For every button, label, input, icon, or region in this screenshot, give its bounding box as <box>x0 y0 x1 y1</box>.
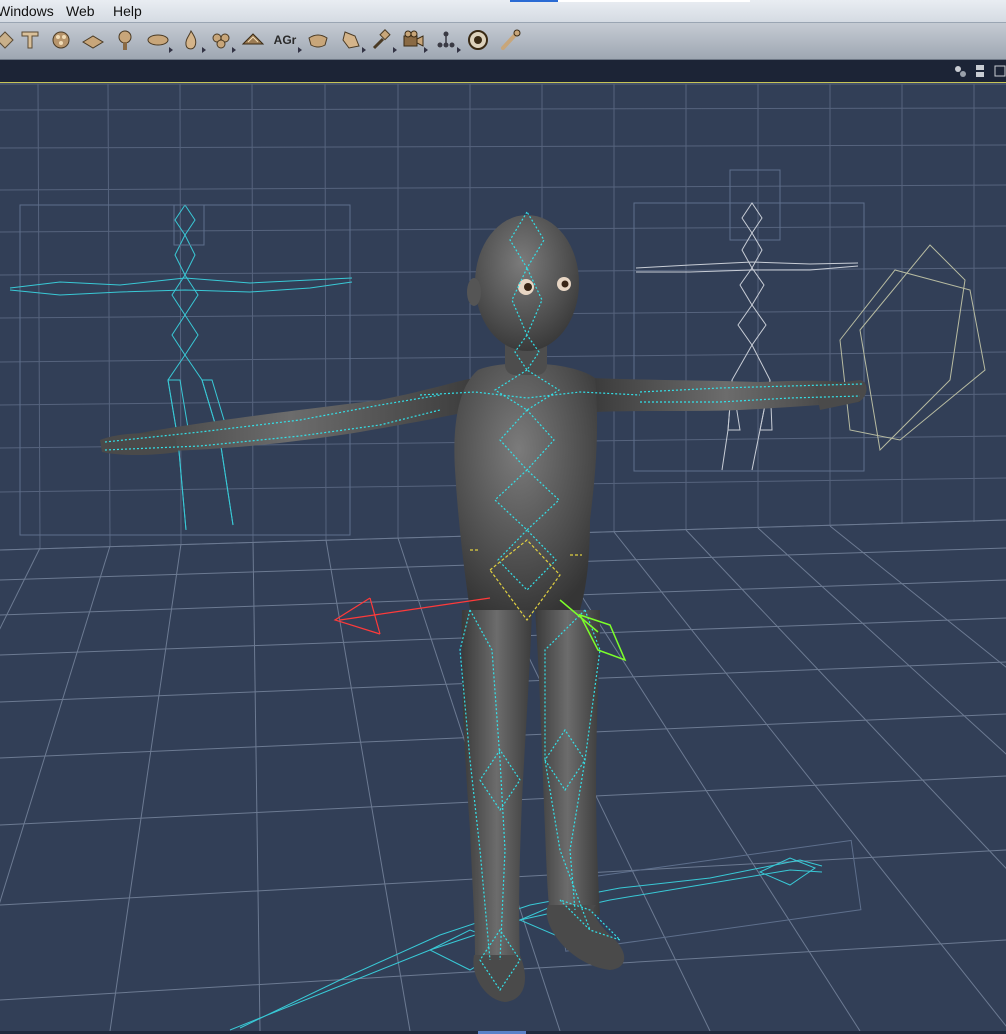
translate-tool-icon[interactable] <box>17 27 43 53</box>
viewport-corner-icon[interactable] <box>993 64 1006 78</box>
dropdown-indicator <box>457 47 461 53</box>
scale-tool-icon[interactable] <box>305 27 331 53</box>
3d-viewport[interactable] <box>0 83 1006 1031</box>
menu-windows[interactable]: Windows <box>0 3 54 19</box>
grouping-tool-icon[interactable] <box>80 27 106 53</box>
dropdown-indicator <box>298 47 302 53</box>
menu-web[interactable]: Web <box>66 3 95 19</box>
target-tool-icon[interactable] <box>465 27 491 53</box>
dropdown-indicator <box>202 47 206 53</box>
joint-editor-icon[interactable] <box>433 27 461 53</box>
floor-projection-skeleton <box>229 839 862 1031</box>
bone-tool-icon[interactable] <box>497 27 523 53</box>
tool-bar: AGr <box>0 23 1006 60</box>
tree-tool-icon[interactable] <box>112 27 138 53</box>
right-projection-skeleton <box>633 169 986 472</box>
agr-tool-button[interactable]: AGr <box>270 27 302 53</box>
layout-icon[interactable] <box>973 64 987 78</box>
view-magnifier-tool-icon[interactable] <box>369 27 397 53</box>
dropdown-indicator <box>232 47 236 53</box>
dropdown-indicator <box>362 47 366 53</box>
title-accent-blue <box>510 0 558 2</box>
color-tool-icon[interactable] <box>48 27 74 53</box>
dropdown-indicator <box>424 47 428 53</box>
scene <box>0 83 1006 1031</box>
bone-creation-tool-icon[interactable] <box>145 27 173 53</box>
camera-tool-icon[interactable] <box>400 27 428 53</box>
direct-manipulation-icon[interactable] <box>0 27 18 53</box>
viewport-header <box>0 60 1006 83</box>
agr-label: AGr <box>273 33 297 47</box>
taper-tool-icon[interactable] <box>178 27 206 53</box>
sync-icon[interactable] <box>953 64 967 78</box>
menu-help[interactable]: Help <box>113 3 142 19</box>
menu-bar: Windows Web Help <box>0 0 1006 23</box>
dropdown-indicator <box>393 47 397 53</box>
dropdown-indicator <box>169 47 173 53</box>
chain-break-tool-icon[interactable] <box>240 27 266 53</box>
title-accent-white <box>558 0 750 2</box>
morph-putty-tool-icon[interactable] <box>208 27 236 53</box>
twist-tool-icon[interactable] <box>338 27 366 53</box>
